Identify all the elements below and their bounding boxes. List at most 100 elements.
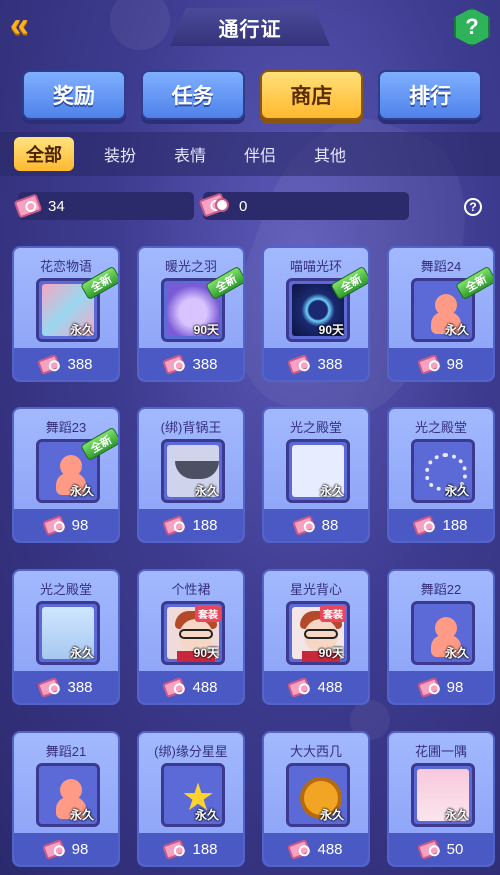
- item-duration: 永久: [69, 323, 94, 337]
- price-bar: 488: [264, 671, 368, 703]
- category-outfit[interactable]: 装扮: [96, 137, 144, 171]
- tab-rewards[interactable]: 奖励: [22, 70, 126, 120]
- top-bar: « 通行证 ?: [0, 0, 500, 58]
- item-price: 50: [446, 840, 464, 858]
- ticket-icon: [287, 838, 312, 860]
- item-price: 98: [446, 355, 464, 373]
- shop-item-card[interactable]: 花圃一隅永久 50: [387, 731, 495, 867]
- item-duration: 永久: [319, 484, 344, 498]
- item-duration: 90天: [318, 323, 344, 337]
- price-bar: 98: [389, 671, 493, 703]
- price-bar: 388: [14, 348, 118, 380]
- category-other[interactable]: 其他: [306, 137, 354, 171]
- item-price: 98: [446, 678, 464, 696]
- item-price: 388: [67, 355, 93, 373]
- item-name: 光之殿堂: [289, 420, 342, 435]
- item-price: 388: [317, 355, 343, 373]
- item-thumbnail: 永久: [411, 763, 475, 827]
- item-name: 花圃一隅: [414, 744, 467, 759]
- ticket-icon: [291, 514, 316, 536]
- price-bar: 98: [14, 509, 118, 541]
- main-tabs: 奖励 任务 商店 排行: [22, 70, 482, 122]
- ticket-icon: [287, 353, 312, 375]
- page-title: 通行证: [218, 18, 282, 41]
- shop-item-card[interactable]: 大大西几 永久 488: [262, 731, 370, 867]
- shop-item-card[interactable]: 暖光之羽 90天 全新 388: [137, 246, 245, 382]
- shop-item-card[interactable]: 舞蹈24 永久 全新 98: [387, 246, 495, 382]
- shop-item-card[interactable]: 个性裙 套装 90天 488: [137, 569, 245, 705]
- item-price: 388: [67, 678, 93, 696]
- item-duration: 永久: [194, 808, 219, 822]
- shop-item-card[interactable]: 舞蹈21 永久 98: [12, 731, 120, 867]
- item-price: 98: [71, 840, 89, 858]
- item-thumbnail: 永久: [161, 439, 225, 503]
- item-duration: 90天: [193, 646, 219, 660]
- tab-shop[interactable]: 商店: [259, 70, 364, 120]
- item-name: (绑)缘分星星: [154, 744, 228, 759]
- item-name: 光之殿堂: [39, 582, 92, 597]
- help-icon[interactable]: ?: [454, 8, 490, 46]
- price-bar: 188: [389, 509, 493, 541]
- tab-tasks[interactable]: 任务: [140, 70, 245, 120]
- price-bar: 98: [14, 833, 118, 865]
- category-emote[interactable]: 表情: [166, 137, 214, 171]
- price-bar: 50: [389, 833, 493, 865]
- price-bar: 188: [139, 509, 243, 541]
- category-tabs: 全部 装扮 表情 伴侣 其他: [0, 132, 500, 176]
- ticket-icon: [416, 353, 441, 375]
- shop-item-card[interactable]: 舞蹈23 永久 全新 98: [12, 407, 120, 543]
- shop-item-card[interactable]: 光之殿堂永久 188: [387, 407, 495, 543]
- item-name: 星光背心: [289, 582, 342, 597]
- ticket-icon: [412, 514, 437, 536]
- item-price: 488: [317, 840, 343, 858]
- shop-item-card[interactable]: 光之殿堂 永久 88: [262, 407, 370, 543]
- ticket-balance: 34: [13, 192, 194, 220]
- item-thumbnail: ★ 永久: [161, 763, 225, 827]
- item-duration: 永久: [444, 484, 469, 498]
- price-bar: 388: [139, 348, 243, 380]
- item-duration: 永久: [69, 484, 94, 498]
- ticket-icon: [37, 676, 62, 698]
- back-icon[interactable]: «: [10, 8, 50, 44]
- shop-item-card[interactable]: (绑)缘分星星 ★ 永久 188: [137, 731, 245, 867]
- item-name: 舞蹈22: [420, 582, 462, 597]
- item-price: 188: [192, 840, 218, 858]
- item-name: 光之殿堂: [414, 420, 467, 435]
- ticket-icon: [162, 838, 187, 860]
- item-duration: 永久: [444, 808, 469, 822]
- currency-help-icon[interactable]: ?: [464, 198, 482, 216]
- shop-item-card[interactable]: 星光背心套装 90天 488: [262, 569, 370, 705]
- item-duration: 永久: [319, 808, 344, 822]
- item-thumbnail: 永久: [36, 763, 100, 827]
- tab-ranking[interactable]: 排行: [378, 70, 482, 120]
- item-name: 舞蹈21: [45, 744, 87, 759]
- item-thumbnail: 永久: [411, 439, 475, 503]
- ticket-icon: [162, 514, 187, 536]
- item-price: 488: [317, 678, 343, 696]
- ticket-icon: [13, 193, 43, 219]
- price-bar: 388: [14, 671, 118, 703]
- item-thumbnail: 永久: [286, 439, 350, 503]
- item-duration: 90天: [193, 323, 219, 337]
- ticket-icon: [162, 353, 187, 375]
- item-price: 98: [71, 516, 89, 534]
- shop-item-card[interactable]: 舞蹈22 永久 98: [387, 569, 495, 705]
- ticket-icon: [41, 838, 66, 860]
- item-duration: 永久: [444, 646, 469, 660]
- ticket-icon: [416, 838, 441, 860]
- item-thumbnail: 套装 90天: [286, 601, 350, 665]
- item-duration: 永久: [444, 323, 469, 337]
- category-partner[interactable]: 伴侣: [236, 137, 284, 171]
- clock-icon: [215, 198, 229, 212]
- ticket-amount: 34: [48, 197, 65, 215]
- shop-item-card[interactable]: 花恋物语 永久 全新 388: [12, 246, 120, 382]
- price-bar: 488: [264, 833, 368, 865]
- shop-item-card[interactable]: 光之殿堂 永久 388: [12, 569, 120, 705]
- shop-item-card[interactable]: 喵喵光环 90天 全新 388: [262, 246, 370, 382]
- price-bar: 188: [139, 833, 243, 865]
- shop-item-card[interactable]: (绑)背锅王 永久 188: [137, 407, 245, 543]
- ticket-icon: [37, 353, 62, 375]
- price-bar: 98: [389, 348, 493, 380]
- category-all[interactable]: 全部: [14, 137, 74, 171]
- price-bar: 388: [264, 348, 368, 380]
